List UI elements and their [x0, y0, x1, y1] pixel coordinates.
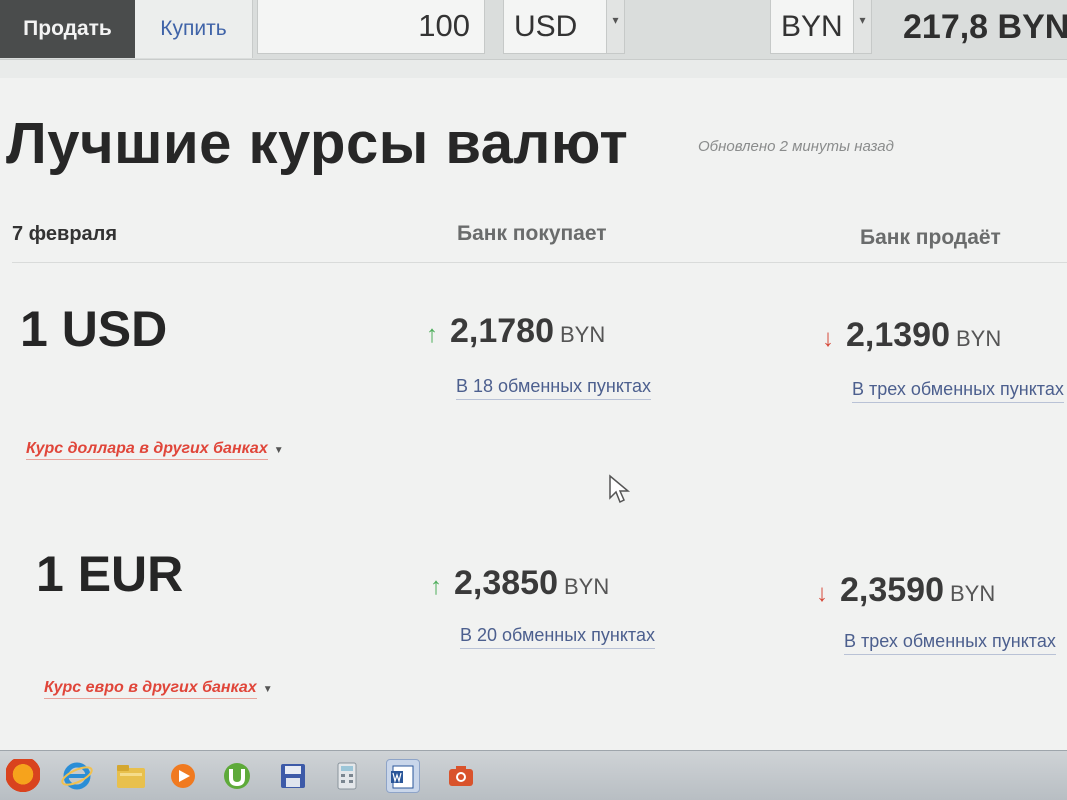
column-bank-sells: Банк продаёт	[860, 226, 1001, 249]
windows-taskbar	[0, 750, 1067, 800]
date-label: 7 февраля	[12, 223, 118, 245]
down-arrow-icon: ↓	[816, 580, 828, 607]
from-currency-value: USD	[514, 10, 578, 43]
to-currency-select[interactable]: BYN ▾	[770, 0, 872, 54]
rate-value: 2,3850	[454, 564, 558, 602]
usd-other-banks-link[interactable]: Курс доллара в других банках ▼	[26, 440, 284, 460]
eur-other-banks-link[interactable]: Курс евро в других банках ▼	[44, 679, 273, 699]
usd-buy-points-link[interactable]: В 18 обменных пунктах	[456, 376, 651, 400]
utorrent-icon[interactable]	[220, 759, 254, 793]
currency-converter-bar: Продать Купить 100 USD ▾ BYN ▾ 217,8 BYN	[0, 0, 1067, 60]
amount-input[interactable]: 100	[257, 0, 485, 54]
currency-usd: 1 USD	[20, 301, 168, 357]
firefox-icon[interactable]	[6, 759, 40, 793]
conversion-result: 217,8 BYN	[903, 8, 1067, 46]
currency-eur: 1 EUR	[36, 546, 184, 602]
rate-unit: BYN	[560, 322, 606, 347]
caret-down-icon[interactable]: ▼	[263, 684, 273, 695]
file-explorer-icon[interactable]	[114, 759, 148, 793]
select-arrow-icon[interactable]: ▾	[853, 0, 871, 53]
rate-value: 2,3590	[840, 571, 944, 609]
internet-explorer-icon[interactable]	[60, 759, 94, 793]
tab-buy[interactable]: Купить	[135, 0, 253, 58]
page-title: Лучшие курсы валют	[6, 111, 629, 176]
eur-buy-points-link[interactable]: В 20 обменных пунктах	[460, 625, 655, 649]
calculator-icon[interactable]	[330, 759, 364, 793]
eur-sell-points-link[interactable]: В трех обменных пунктах	[844, 631, 1056, 655]
caret-down-icon[interactable]: ▼	[274, 445, 284, 456]
header-divider	[12, 262, 1067, 263]
rate-unit: BYN	[564, 574, 610, 599]
usd-sell-points-link[interactable]: В трех обменных пунктах	[852, 379, 1064, 403]
rate-value: 2,1390	[846, 316, 950, 354]
usd-buy-rate: ↑ 2,1780 BYN	[426, 312, 605, 351]
tab-sell[interactable]: Продать	[0, 0, 135, 58]
from-currency-select[interactable]: USD ▾	[503, 0, 625, 54]
column-bank-buys: Банк покупает	[457, 222, 607, 245]
up-arrow-icon: ↑	[430, 573, 442, 600]
media-player-icon[interactable]	[166, 759, 200, 793]
mouse-cursor-icon	[609, 474, 631, 504]
updated-label: Обновлено 2 минуты назад	[698, 138, 894, 155]
eur-buy-rate: ↑ 2,3850 BYN	[430, 564, 609, 603]
rate-value: 2,1780	[450, 312, 554, 350]
rate-unit: BYN	[950, 581, 996, 606]
select-arrow-icon[interactable]: ▾	[606, 0, 624, 53]
other-banks-label[interactable]: Курс доллара в других банках	[26, 440, 268, 460]
save-icon[interactable]	[276, 759, 310, 793]
down-arrow-icon: ↓	[822, 325, 834, 352]
rate-unit: BYN	[956, 326, 1002, 351]
other-banks-label[interactable]: Курс евро в других банках	[44, 679, 257, 699]
eur-sell-rate: ↓ 2,3590 BYN	[816, 571, 995, 610]
usd-sell-rate: ↓ 2,1390 BYN	[822, 316, 1001, 355]
word-icon[interactable]	[386, 759, 420, 793]
up-arrow-icon: ↑	[426, 321, 438, 348]
camera-icon[interactable]	[444, 759, 478, 793]
to-currency-value: BYN	[781, 10, 843, 43]
